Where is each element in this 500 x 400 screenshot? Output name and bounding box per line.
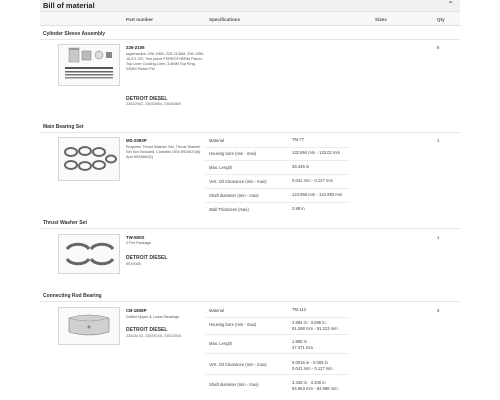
spec-value-line: 84.963 mm - 84.988 mm (292, 385, 338, 391)
spec-value-line: 91.288 mm - 91.313 mm (292, 325, 338, 331)
bill-of-material-header[interactable]: Bill of material ⌃ (40, 0, 460, 12)
spec-label: Shaft diameter (min - max) (209, 193, 259, 198)
spec-value-line: 47.371 mm (292, 344, 313, 350)
part-description: supersedes: 226-1950, 226-2106M, 226-195… (126, 52, 205, 71)
section-title: Main Bearing Set (43, 124, 84, 130)
product-image[interactable] (58, 137, 120, 181)
spec-divider (205, 353, 350, 354)
reference-numbers: 23532562, 23532564, 23530869 (126, 102, 181, 106)
part-number-link[interactable]: MS-2093P (126, 138, 147, 143)
quantity: 1 (437, 235, 440, 240)
col-specifications: Specifications (209, 17, 241, 22)
col-part-number: Part number (126, 17, 154, 22)
cylinder-kit-image (65, 47, 113, 79)
spec-label: Max. Length (209, 341, 233, 346)
product-image[interactable] (58, 44, 120, 86)
spec-value: 3.345 in - 3.346 in 84.963 mm - 84.988 mm (292, 380, 338, 392)
spec-divider (205, 174, 350, 175)
spec-label: Vert. Oil Clearance (min - max) (209, 362, 267, 367)
spec-value: TM-112 (292, 307, 307, 312)
product-image[interactable] (58, 307, 120, 345)
spec-label: Shaft diameter (min - max) (209, 382, 259, 387)
spec-divider (205, 147, 350, 148)
product-image[interactable] (58, 234, 120, 274)
spec-value-line: 3.594 in - 3.595 in (292, 320, 326, 325)
spec-value-line: 3.345 in - 3.346 in (292, 380, 326, 385)
part-number-link[interactable]: CB-1836P (126, 308, 147, 313)
spec-value: 3.98 in (292, 206, 305, 211)
spec-divider (205, 188, 350, 189)
quantity: 6 (437, 45, 440, 50)
spec-label: Max. Length (209, 165, 233, 170)
part-description: 2 Per Package (126, 241, 151, 245)
part-number-link[interactable]: TW-600S (126, 235, 144, 240)
spec-label: Material (209, 308, 224, 313)
spec-divider (205, 160, 350, 161)
section-title: Connecting Rod Bearing (43, 293, 102, 299)
spec-value: 39.446 in (292, 164, 310, 169)
spec-label: Material (209, 138, 224, 143)
col-qty: Qty (437, 17, 445, 22)
spec-value: 1.865 in 47.371 mm (292, 339, 313, 351)
divider (40, 228, 460, 229)
spec-value: TM-77 (292, 137, 305, 142)
table-header: Part number Specifications Sizes Qty (40, 12, 460, 26)
reference-numbers: 23526142, 23535745, 23523935 (126, 334, 181, 338)
part-description: Drilled Upper & Lower Bearings (126, 315, 180, 319)
spec-divider (205, 334, 350, 335)
section-title: Cylinder Sleeve Assembly (43, 31, 106, 37)
divider (40, 132, 460, 133)
quantity: 6 (437, 308, 440, 313)
brand-name: DETROIT DIESEL (126, 255, 168, 261)
part-number-link[interactable]: 226-2106 (126, 45, 145, 50)
col-sizes: Sizes (375, 17, 387, 22)
spec-label: Housing bore (min - max) (209, 151, 257, 156)
rod-bearing-image (68, 314, 110, 336)
spec-divider (205, 202, 350, 203)
spec-value-line: 0.0016 in - 0.005 in (292, 360, 328, 365)
spec-value: 0.0016 in - 0.005 in 0.041 mm - 0.117 mm (292, 360, 333, 372)
spec-value-line: 0.041 mm - 0.117 mm (292, 365, 333, 371)
main-bearing-image (64, 146, 117, 171)
spec-label: Wall Thickness (max) (209, 207, 249, 212)
spec-value: 124.968 mm - 124.993 mm (292, 192, 343, 197)
spec-value: 132.994 mm - 133.02 mm (292, 150, 340, 155)
spec-label: Vert. Oil Clearance (min - max) (209, 179, 267, 184)
section-title: Thrust Washer Set (43, 220, 87, 226)
spec-value: 3.594 in - 3.595 in 91.288 mm - 91.313 mm (292, 320, 338, 332)
brand-name: DETROIT DIESEL (126, 327, 168, 333)
spec-divider (205, 374, 350, 375)
spec-divider (205, 317, 350, 318)
thrust-washer-image (65, 242, 115, 266)
divider (40, 301, 460, 302)
panel-title: Bill of material (43, 1, 95, 10)
quantity: 1 (437, 138, 440, 143)
part-description: Requires Thrust Washer Set, Thrust Washe… (126, 145, 201, 159)
spec-value: 0.041 mm - 0.127 mm (292, 178, 333, 183)
chevron-up-icon[interactable]: ⌃ (447, 0, 454, 9)
reference-numbers: 8929085 (126, 262, 141, 266)
divider (40, 39, 460, 40)
spec-value-line: 1.865 in (292, 339, 307, 344)
spec-label: Housing bore (min - max) (209, 322, 257, 327)
